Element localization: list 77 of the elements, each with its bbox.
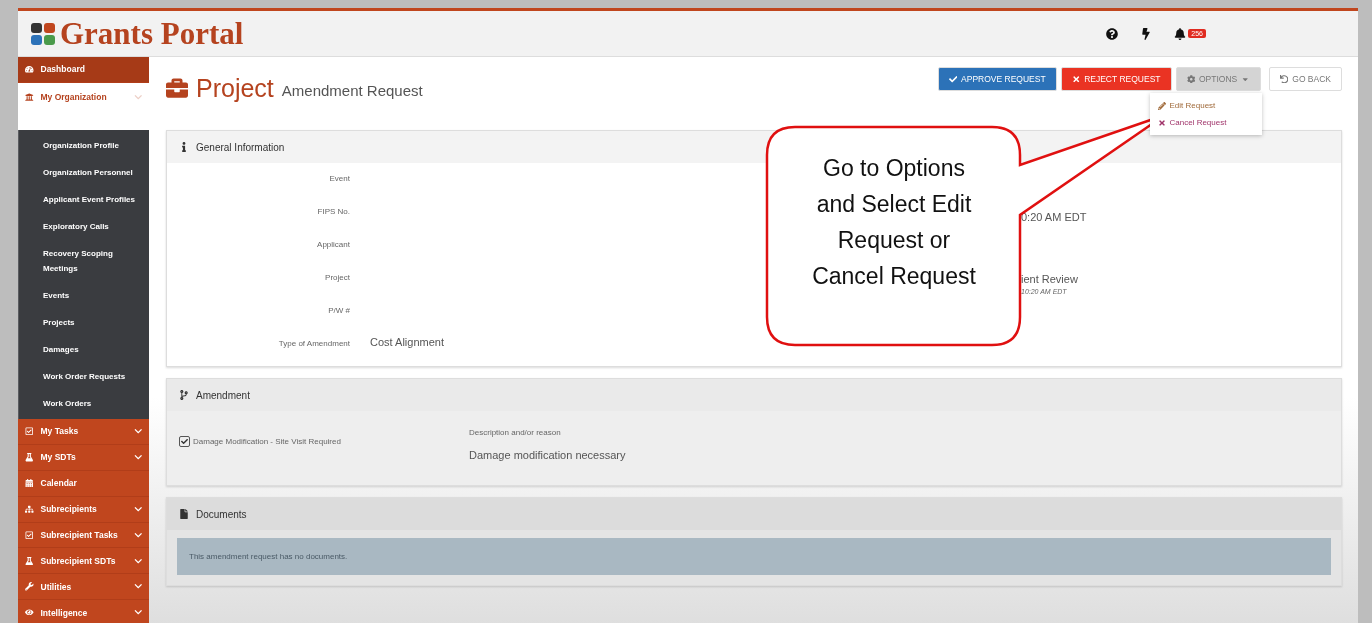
menu-item[interactable]: Edit Request: [1149, 97, 1262, 114]
callout-text: Go to Options and Select Edit Request or Cancel Request: [811, 154, 977, 291]
field-value: Cost Alignment: [370, 336, 445, 350]
action-icon: [1071, 74, 1081, 84]
submenu-item[interactable]: Damages: [19, 336, 149, 364]
action-icon: [1279, 74, 1289, 84]
page-subtitle: Amendment Request: [281, 81, 423, 99]
sidebar-item[interactable]: Intelligence: [18, 600, 149, 623]
help-icon[interactable]: [1106, 27, 1119, 40]
chevron-icon: [133, 556, 142, 566]
chevron-icon: [133, 427, 142, 436]
sidebar-item-icon: [25, 504, 34, 514]
checkbox-label: Damage Modification - Site Visit Required: [193, 436, 341, 446]
sidebar-item[interactable]: Subrecipients: [18, 496, 149, 523]
action-icon: [1186, 74, 1195, 84]
sidebar-item-icon: [25, 582, 34, 591]
info-alert: This amendment request has no documents.: [177, 538, 1331, 575]
submenu-item[interactable]: Work Order Requests: [19, 363, 149, 391]
action-button[interactable]: REJECT REQUEST: [1060, 67, 1172, 91]
sidebar-item-icon: [25, 92, 34, 102]
submenu-item[interactable]: Exploratory Calls: [19, 213, 149, 241]
logo-text: Grants Portal: [60, 15, 244, 52]
submenu-item[interactable]: Events: [19, 282, 149, 310]
field-label: P/W #: [327, 305, 350, 317]
sidebar-item-icon: [25, 65, 34, 74]
briefcase-icon: [166, 77, 188, 99]
pencil-icon: [1157, 101, 1166, 110]
panel-title: Documents: [196, 508, 247, 520]
chevron-icon: [133, 608, 142, 617]
field-label: Description and/or reason: [469, 428, 561, 437]
sidebar-item[interactable]: Subrecipient SDTs: [18, 548, 149, 575]
field-value: 0:20 AM EDT: [1021, 211, 1088, 223]
bolt-icon[interactable]: [1140, 27, 1153, 40]
action-icon: [948, 74, 958, 84]
checkbox[interactable]: [179, 435, 190, 447]
menu-item[interactable]: Cancel Request: [1149, 114, 1262, 131]
action-button[interactable]: APPROVE REQUEST: [937, 67, 1057, 91]
chevron-icon: [133, 582, 142, 591]
submenu-item[interactable]: Organization Personnel: [19, 159, 149, 187]
field-value: Damage modification necessary: [469, 449, 627, 461]
branch-icon: [179, 390, 189, 400]
field-label: Event: [328, 173, 350, 185]
notifications-icon[interactable]: [1174, 27, 1187, 40]
sidebar-item-icon: [25, 608, 34, 617]
sidebar-item[interactable]: Dashboard: [18, 57, 149, 83]
field-label: Type of Amendment: [277, 338, 350, 350]
document-icon: [179, 509, 189, 519]
chevron-icon: [133, 504, 142, 514]
panel-title: Amendment: [196, 389, 250, 401]
field-label: Project: [324, 272, 350, 284]
sidebar-item-icon: [25, 427, 34, 436]
submenu-item[interactable]: Recovery Scoping Meetings: [19, 240, 149, 283]
field-label: Applicant: [316, 239, 350, 251]
submenu-item[interactable]: Organization Profile: [19, 132, 149, 160]
sidebar-item[interactable]: Calendar: [18, 470, 149, 497]
sidebar-item[interactable]: My SDTs: [18, 444, 149, 471]
sidebar-item-icon: [25, 556, 34, 566]
submenu-item[interactable]: Projects: [19, 309, 149, 337]
chevron-icon: [133, 92, 142, 102]
sidebar-item[interactable]: Utilities: [18, 574, 149, 601]
sidebar-item-icon: [25, 453, 34, 462]
logo-icon: [30, 20, 56, 47]
field-value: ient Review: [1021, 273, 1079, 285]
submenu-item[interactable]: Applicant Event Profiles: [19, 186, 149, 214]
action-button[interactable]: GO BACK: [1268, 67, 1342, 91]
panel-title: General Information: [196, 141, 285, 153]
sidebar-item-icon: [25, 478, 34, 488]
field-label: FIPS No.: [316, 206, 350, 218]
chevron-icon: [133, 530, 142, 540]
sidebar-item[interactable]: My Tasks: [18, 419, 149, 445]
submenu-item[interactable]: Work Orders: [19, 390, 149, 418]
page-title: Project: [196, 73, 274, 103]
sidebar-item[interactable]: Subrecipient Tasks: [18, 522, 149, 549]
close-icon: [1157, 118, 1166, 127]
info-icon: [179, 142, 189, 152]
chevron-icon: [133, 453, 142, 462]
sidebar-item-icon: [25, 530, 34, 540]
